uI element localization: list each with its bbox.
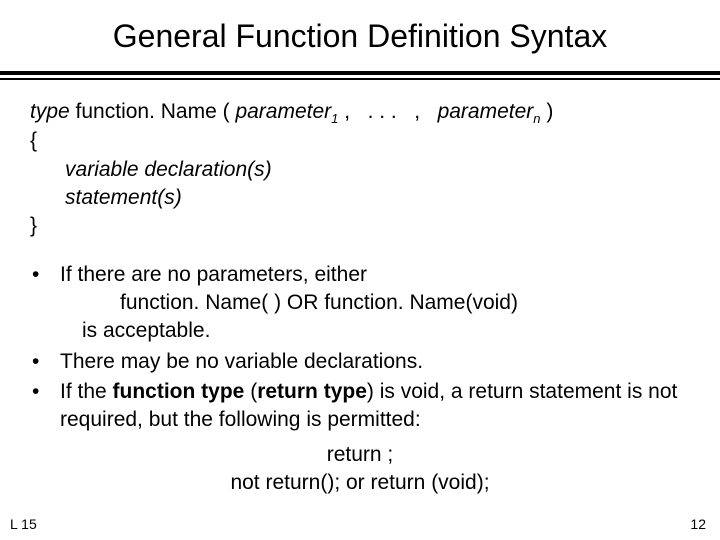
bullet-item: • If the function type (return type) is … bbox=[32, 378, 690, 435]
bullet-marker: • bbox=[32, 378, 60, 406]
title-divider bbox=[0, 71, 720, 80]
syntax-param1: parameter bbox=[235, 100, 331, 123]
bullet-marker: • bbox=[32, 348, 60, 376]
bullet-item: • If there are no parameters, either fun… bbox=[32, 261, 690, 346]
syntax-type: type bbox=[30, 100, 70, 123]
bullet-marker: • bbox=[32, 261, 60, 289]
bullet-line: is acceptable. bbox=[60, 317, 690, 345]
syntax-funcname: function. Name ( bbox=[70, 100, 236, 123]
bullet3-b1: function type bbox=[113, 380, 245, 403]
tail-line-1: return ; bbox=[30, 441, 690, 469]
bullet3-mid1: ( bbox=[244, 380, 257, 403]
bullet-content: There may be no variable declarations. bbox=[60, 348, 690, 376]
syntax-mid: , . . . , bbox=[338, 100, 437, 123]
bullet-list: • If there are no parameters, either fun… bbox=[30, 261, 690, 435]
syntax-brace-close: } bbox=[30, 212, 690, 240]
syntax-statements-text: statement(s) bbox=[65, 186, 182, 209]
syntax-line-1: type function. Name ( parameter1 , . . .… bbox=[30, 98, 690, 128]
syntax-paramn: parameter bbox=[438, 100, 534, 123]
syntax-subn: n bbox=[533, 111, 540, 126]
syntax-brace-open: { bbox=[30, 127, 690, 155]
bullet-line: If there are no parameters, either bbox=[60, 261, 690, 289]
syntax-var-decl-text: variable declaration(s) bbox=[65, 158, 272, 181]
syntax-statements: statement(s) bbox=[30, 184, 690, 212]
bullet3-pre: If the bbox=[60, 380, 113, 403]
divider-thin bbox=[0, 78, 720, 80]
footer-right: 12 bbox=[690, 516, 706, 532]
tail-line-2: not return(); or return (void); bbox=[30, 469, 690, 497]
bullet-item: • There may be no variable declarations. bbox=[32, 348, 690, 376]
syntax-close: ) bbox=[541, 100, 554, 123]
bullet-line: There may be no variable declarations. bbox=[60, 348, 690, 376]
slide: General Function Definition Syntax type … bbox=[0, 0, 720, 540]
bullet-content: If the function type (return type) is vo… bbox=[60, 378, 690, 435]
syntax-var-decl: variable declaration(s) bbox=[30, 156, 690, 184]
tail-block: return ; not return(); or return (void); bbox=[30, 441, 690, 498]
bullet3-b2: return type bbox=[257, 380, 367, 403]
bullet-content: If there are no parameters, either funct… bbox=[60, 261, 690, 346]
slide-body: type function. Name ( parameter1 , . . .… bbox=[0, 80, 720, 498]
divider-thick bbox=[0, 71, 720, 75]
slide-title: General Function Definition Syntax bbox=[0, 0, 720, 69]
syntax-block: type function. Name ( parameter1 , . . .… bbox=[30, 98, 690, 241]
footer-left: L 15 bbox=[10, 516, 37, 532]
bullet-line: function. Name( ) OR function. Name(void… bbox=[60, 289, 690, 317]
